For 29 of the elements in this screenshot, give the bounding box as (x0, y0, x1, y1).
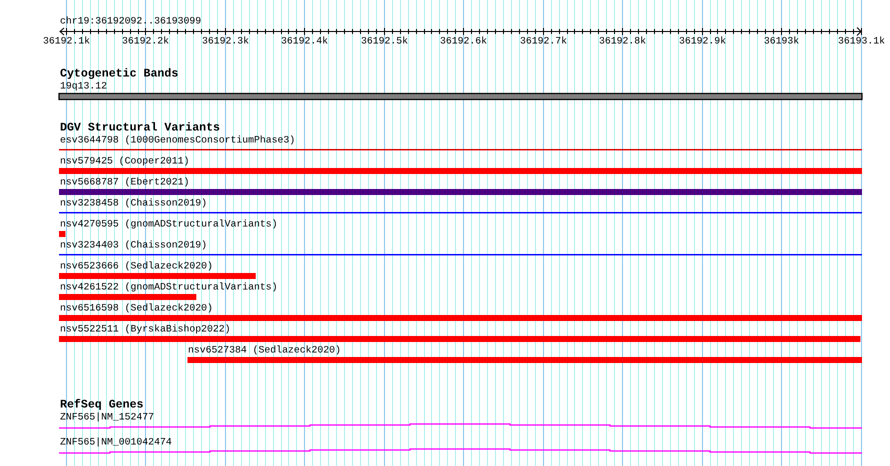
track-title: Cytogenetic Bands (60, 68, 178, 80)
tick-label: 36192.9k (678, 36, 726, 46)
tick-label: 36192.6k (440, 36, 488, 46)
variant-label: nsv3234403 (Chaisson2019) (60, 240, 207, 250)
variant-label: nsv4270595 (gnomADStructuralVariants) (60, 218, 278, 230)
variant-label: nsv5668787 (Ebert2021) (60, 176, 190, 188)
tick-label: 36193.1k (838, 36, 886, 46)
tick-label: 36192.4k (280, 36, 328, 46)
tick-label: 36193k (764, 36, 800, 46)
band-label: 19q13.12 (60, 80, 108, 92)
variant-label: nsv579425 (Cooper2011) (60, 156, 190, 166)
variant-label: nsv3238458 (Chaisson2019) (60, 198, 207, 208)
gene-label: ZNF565|NM_152477 (60, 412, 154, 422)
variant-label: nsv5522511 (ByrskaBishop2022) (60, 324, 230, 334)
tick-label: 36192.2k (122, 36, 170, 46)
location-label: chr19:36192092..36193099 (60, 16, 202, 26)
variant-label: esv3644798 (1000GenomesConsortiumPhase3) (60, 134, 296, 146)
variant-label: nsv6527384 (Sedlazeck2020) (188, 344, 341, 356)
tick-label: 36192.7k (520, 36, 568, 46)
variant-label: nsv6523666 (Sedlazeck2020) (60, 260, 213, 272)
tick-label: 36192.1k (42, 36, 90, 46)
gene-label: ZNF565|NM_001042474 (60, 436, 172, 448)
variant-label: nsv4261522 (gnomADStructuralVariants) (60, 282, 278, 292)
tick-label: 36192.8k (598, 36, 646, 46)
tick-label: 36192.3k (202, 36, 250, 46)
variant-label: nsv6516598 (Sedlazeck2020) (60, 302, 213, 314)
track-title: RefSeq Genes (60, 398, 144, 412)
tick-label: 36192.5k (360, 36, 408, 46)
track-title: DGV Structural Variants (60, 122, 220, 134)
